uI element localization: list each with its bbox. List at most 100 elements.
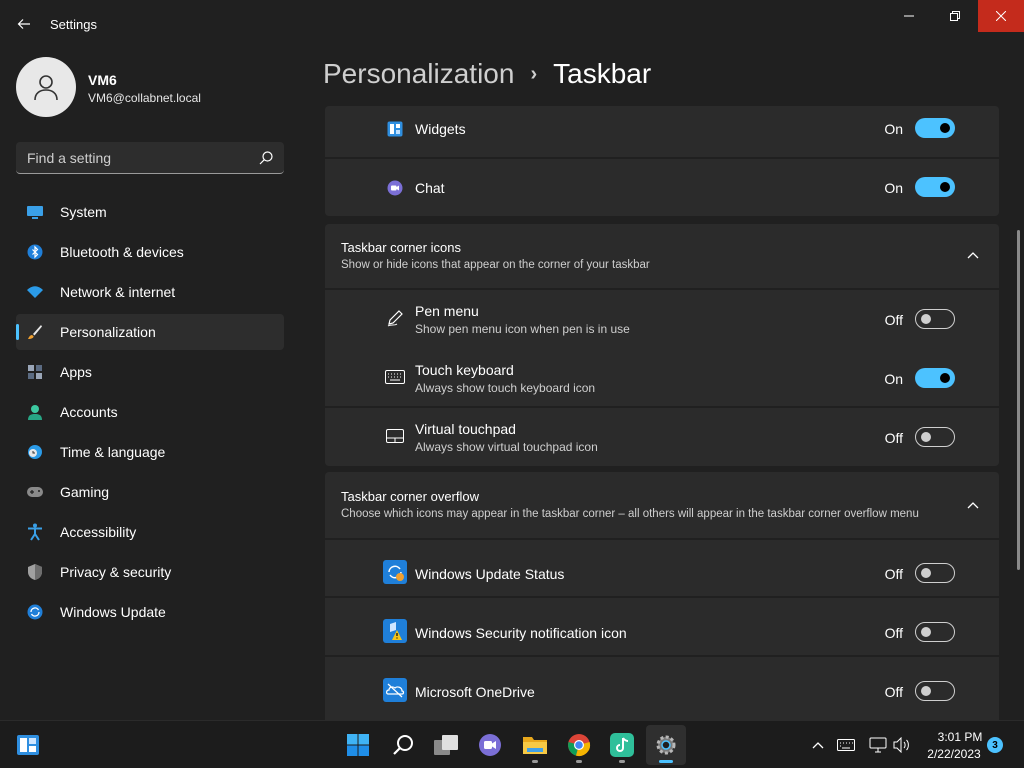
setting-title: Chat: [415, 180, 445, 196]
setting-description: Always show touch keyboard icon: [415, 381, 596, 395]
sidebar-item-windows-update[interactable]: Windows Update: [16, 594, 284, 630]
bluetooth-icon: [26, 244, 44, 260]
sidebar-item-apps[interactable]: Apps: [16, 354, 284, 390]
user-email: VM6@collabnet.local: [88, 91, 201, 105]
row-divider: [325, 596, 999, 598]
windows-update-status-icon: [383, 560, 407, 584]
task-view-button[interactable]: [426, 725, 466, 765]
toggle-knob: [940, 373, 950, 383]
sidebar-item-label: Bluetooth & devices: [60, 244, 184, 260]
setting-description: Always show virtual touchpad icon: [415, 440, 598, 454]
chrome-icon: [568, 734, 591, 757]
music-app-button[interactable]: [602, 725, 642, 765]
back-button[interactable]: [8, 8, 40, 40]
setting-title: Virtual touchpad: [415, 421, 516, 437]
widgets-toggle[interactable]: [915, 118, 955, 138]
music-app-icon: [610, 733, 634, 757]
chat-icon: [385, 178, 405, 198]
pen-menu-toggle[interactable]: [915, 309, 955, 329]
sidebar-item-label: Network & internet: [60, 284, 176, 300]
user-name: VM6: [88, 72, 117, 88]
scrollbar[interactable]: [1017, 230, 1020, 570]
task-view-icon: [434, 735, 458, 755]
volume-icon[interactable]: [892, 735, 912, 755]
windows-security-toggle[interactable]: [915, 622, 955, 642]
toggle-knob: [940, 123, 950, 133]
search-button[interactable]: [383, 725, 423, 765]
sidebar-item-label: Privacy & security: [60, 564, 172, 580]
chrome-button[interactable]: [559, 725, 599, 765]
clock-date[interactable]: 2/22/2023: [922, 747, 986, 761]
close-icon: [996, 11, 1006, 21]
sidebar-item-label: Accessibility: [60, 524, 137, 540]
wifi-icon: [26, 284, 44, 300]
avatar[interactable]: [16, 57, 76, 117]
sidebar-item-personalization[interactable]: Personalization: [16, 314, 284, 350]
toggle-knob: [940, 182, 950, 192]
sidebar-item-label: System: [60, 204, 107, 220]
toggle-knob: [921, 568, 931, 578]
sidebar-item-network[interactable]: Network & internet: [16, 274, 284, 310]
notification-badge[interactable]: 3: [987, 737, 1003, 753]
minimize-button[interactable]: [886, 0, 932, 32]
brush-icon: [26, 324, 44, 340]
folder-icon: [523, 737, 547, 754]
breadcrumb-separator: ›: [530, 62, 538, 85]
chat-icon: [479, 734, 501, 756]
group-title: Taskbar corner icons: [341, 240, 461, 255]
settings-content: Widgets On Chat On Taskbar corner icons …: [325, 106, 999, 720]
chat-button[interactable]: [470, 725, 510, 765]
gear-icon: [656, 735, 676, 755]
row-divider: [325, 157, 999, 159]
clock-time[interactable]: 3:01 PM: [930, 730, 990, 744]
sidebar-item-accessibility[interactable]: Accessibility: [16, 514, 284, 550]
toggle-state-label: Off: [884, 566, 903, 582]
sidebar-item-system[interactable]: System: [16, 194, 284, 230]
shield-icon: [26, 564, 44, 580]
setting-title: Windows Security notification icon: [415, 625, 627, 641]
running-indicator: [576, 760, 582, 763]
toggle-state-label: On: [884, 180, 903, 196]
virtual-touchpad-toggle[interactable]: [915, 427, 955, 447]
close-button[interactable]: [978, 0, 1024, 32]
onedrive-toggle[interactable]: [915, 681, 955, 701]
search-box[interactable]: [16, 142, 284, 174]
sidebar-item-privacy[interactable]: Privacy & security: [16, 554, 284, 590]
toggle-state-label: Off: [884, 312, 903, 328]
toggle-state-label: Off: [884, 430, 903, 446]
windows-update-status-toggle[interactable]: [915, 563, 955, 583]
toggle-knob: [921, 432, 931, 442]
search-input[interactable]: [16, 142, 256, 173]
sidebar-item-time-language[interactable]: Time & language: [16, 434, 284, 470]
sidebar-item-accounts[interactable]: Accounts: [16, 394, 284, 430]
sidebar-item-gaming[interactable]: Gaming: [16, 474, 284, 510]
gamepad-icon: [26, 484, 44, 500]
file-explorer-button[interactable]: [515, 725, 555, 765]
settings-app-button[interactable]: [646, 725, 686, 765]
toggle-knob: [921, 314, 931, 324]
chat-toggle[interactable]: [915, 177, 955, 197]
restore-button[interactable]: [932, 0, 978, 32]
toggle-knob: [921, 686, 931, 696]
touch-keyboard-toggle[interactable]: [915, 368, 955, 388]
toggle-state-label: Off: [884, 625, 903, 641]
sidebar-item-label: Gaming: [60, 484, 110, 500]
windows-logo-icon: [347, 734, 369, 756]
minimize-icon: [904, 15, 914, 17]
network-icon[interactable]: [868, 735, 888, 755]
start-button[interactable]: [338, 725, 378, 765]
chevron-up-icon[interactable]: [965, 247, 981, 263]
chevron-up-icon[interactable]: [965, 497, 981, 513]
sidebar-nav: System Bluetooth & devices Network & int…: [16, 194, 284, 634]
corner-icons-card: Taskbar corner icons Show or hide icons …: [325, 224, 999, 466]
corner-overflow-card: Taskbar corner overflow Choose which ico…: [325, 472, 999, 720]
chevron-up-icon[interactable]: [808, 735, 828, 755]
windows-security-icon: [383, 619, 407, 643]
search-icon[interactable]: [258, 150, 274, 166]
row-divider: [325, 655, 999, 657]
restore-icon: [950, 11, 960, 21]
keyboard-icon[interactable]: [836, 735, 856, 755]
sidebar-item-bluetooth[interactable]: Bluetooth & devices: [16, 234, 284, 270]
widgets-button[interactable]: [8, 725, 48, 765]
breadcrumb-parent[interactable]: Personalization: [323, 58, 514, 90]
